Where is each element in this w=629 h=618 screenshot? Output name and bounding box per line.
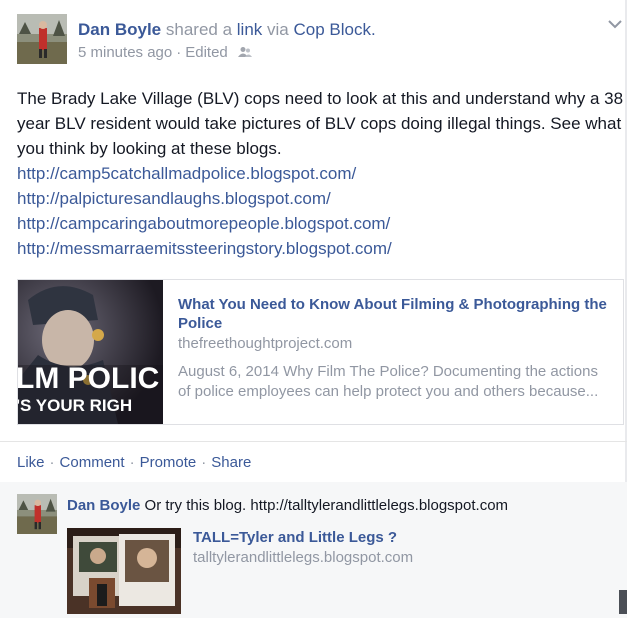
post-message-text: The Brady Lake Village (BLV) cops need t… xyxy=(17,89,624,158)
shared-link-preview[interactable]: LM POLIC 'S YOUR RIGH What You Need to K… xyxy=(17,279,624,425)
link-word[interactable]: link xyxy=(237,20,263,39)
source-page-link[interactable]: Cop Block. xyxy=(294,20,376,39)
edited-label[interactable]: Edited xyxy=(185,44,228,61)
post-meta: 5 minutes ago · Edited xyxy=(78,44,252,62)
comment-section: Dan Boyle Or try this blog. http://tallt… xyxy=(0,482,627,618)
blog-link-4[interactable]: http://messmarraemitssteeringstory.blogs… xyxy=(17,236,625,261)
friends-audience-icon[interactable] xyxy=(237,45,252,62)
commenter-avatar[interactable] xyxy=(17,494,57,534)
thumbnail-subline: 'S YOUR RIGH xyxy=(18,396,132,415)
comment-link-thumbnail[interactable] xyxy=(67,528,181,614)
comment-text: Or try this blog. http://talltylerandlit… xyxy=(144,497,509,514)
commenter-name[interactable]: Dan Boyle xyxy=(67,497,140,514)
chevron-down-icon[interactable] xyxy=(608,16,622,34)
post-card: Dan Boyle shared a link via Cop Block. 5… xyxy=(0,0,627,618)
blog-link-3[interactable]: http://campcaringaboutmorepeople.blogspo… xyxy=(17,211,625,236)
action-separator: · xyxy=(49,454,55,471)
post-header: Dan Boyle shared a link via Cop Block. xyxy=(78,20,376,40)
comment-link-title[interactable]: TALL=Tyler and Little Legs ? xyxy=(193,529,397,546)
author-name[interactable]: Dan Boyle xyxy=(78,20,161,39)
blog-link-1[interactable]: http://camp5catchallmadpolice.blogspot.c… xyxy=(17,161,625,186)
comment-button[interactable]: Comment xyxy=(60,454,125,471)
via-text: via xyxy=(267,20,289,39)
action-separator: · xyxy=(201,454,207,471)
post-message: The Brady Lake Village (BLV) cops need t… xyxy=(17,86,625,261)
blog-link-2[interactable]: http://palpicturesandlaughs.blogspot.com… xyxy=(17,186,625,211)
post-actions: Like · Comment · Promote · Share xyxy=(17,454,251,471)
shared-link-description: August 6, 2014 Why Film The Police? Docu… xyxy=(178,363,599,400)
author-avatar[interactable] xyxy=(17,14,67,64)
shared-link-title[interactable]: What You Need to Know About Filming & Ph… xyxy=(178,295,618,333)
meta-separator: · xyxy=(176,44,182,61)
comment-body: Dan Boyle Or try this blog. http://tallt… xyxy=(67,497,508,514)
action-separator: · xyxy=(129,454,135,471)
post-time[interactable]: 5 minutes ago xyxy=(78,44,172,61)
promote-button[interactable]: Promote xyxy=(140,454,197,471)
scrollbar-thumb[interactable] xyxy=(619,590,627,614)
shared-link-thumbnail[interactable]: LM POLIC 'S YOUR RIGH xyxy=(18,280,163,424)
like-button[interactable]: Like xyxy=(17,454,45,471)
thumbnail-headline: LM POLIC xyxy=(18,362,159,395)
comment-link-domain: talltylerandlittlelegs.blogspot.com xyxy=(193,549,414,566)
actions-divider xyxy=(0,441,627,442)
shared-text: shared a xyxy=(165,20,233,39)
shared-link-domain: thefreethoughtproject.com xyxy=(178,335,353,352)
share-button[interactable]: Share xyxy=(211,454,251,471)
